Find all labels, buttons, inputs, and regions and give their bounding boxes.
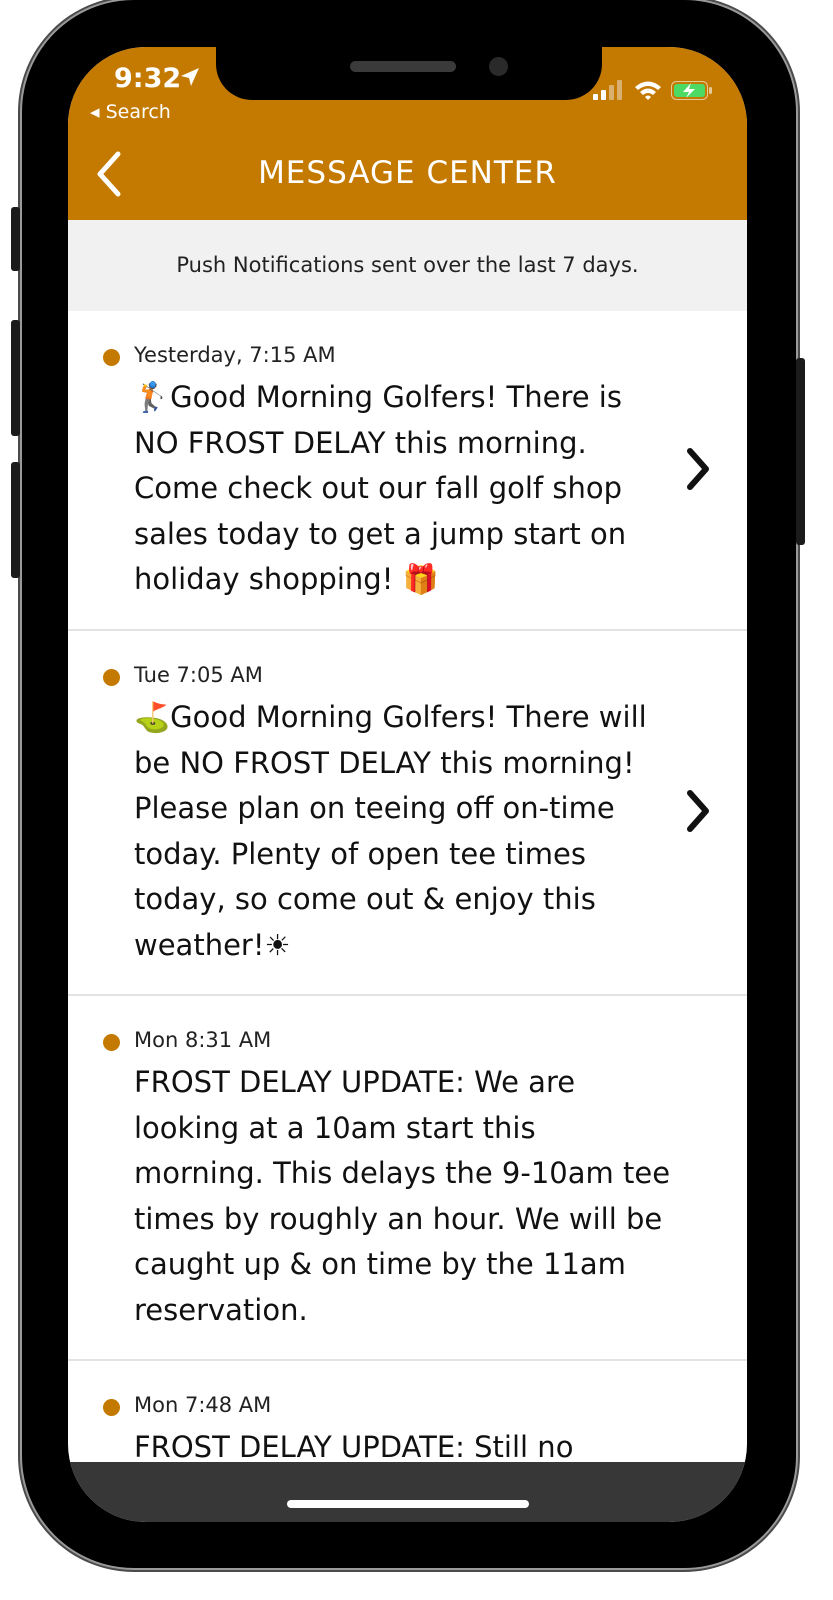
message-item[interactable]: Tue 7:05 AM ⛳Good Morning Golfers! There…: [68, 631, 747, 996]
status-time: 9:32: [114, 63, 182, 94]
app-screen: 9:32 ◂ Search MESSAGE CENTER Push Notifi…: [68, 47, 747, 1522]
battery-charging-icon: [671, 81, 712, 100]
notch: [216, 47, 602, 100]
app-header: 9:32 ◂ Search MESSAGE CENTER: [68, 47, 747, 220]
wifi-icon: [635, 81, 661, 100]
unread-indicator: [103, 349, 120, 366]
golfer-emoji: 🏌: [134, 380, 171, 414]
back-to-app-link[interactable]: ◂ Search: [90, 101, 171, 123]
message-timestamp: Yesterday, 7:15 AM: [134, 343, 336, 367]
info-banner: Push Notifications sent over the last 7 …: [68, 220, 747, 311]
status-icons: [593, 80, 712, 100]
sun-emoji: ☀: [264, 927, 291, 962]
gift-emoji: 🎁: [402, 562, 439, 596]
message-body: ⛳Good Morning Golfers! There will be NO …: [134, 695, 674, 968]
volume-up-button: [11, 320, 20, 436]
message-text: Good Morning Golfers! There is NO FROST …: [134, 380, 627, 596]
volume-down-button: [11, 462, 20, 578]
unread-indicator: [103, 1399, 120, 1416]
power-button: [796, 358, 805, 545]
message-timestamp: Mon 7:48 AM: [134, 1393, 272, 1417]
message-timestamp: Mon 8:31 AM: [134, 1028, 272, 1052]
chevron-right-icon[interactable]: [684, 447, 712, 491]
page-title: MESSAGE CENTER: [258, 155, 557, 191]
front-camera: [489, 57, 508, 76]
golf-flag-emoji: ⛳: [134, 700, 171, 734]
chevron-right-icon[interactable]: [684, 789, 712, 833]
mute-switch: [11, 207, 20, 271]
location-arrow-icon: [181, 68, 199, 86]
home-indicator[interactable]: [287, 1500, 529, 1508]
home-indicator-area: [68, 1462, 747, 1522]
message-timestamp: Tue 7:05 AM: [134, 663, 263, 687]
unread-indicator: [103, 1034, 120, 1051]
message-item[interactable]: Yesterday, 7:15 AM 🏌Good Morning Golfers…: [68, 311, 747, 631]
speaker-grille: [350, 61, 456, 72]
message-item[interactable]: Mon 8:31 AM FROST DELAY UPDATE: We are l…: [68, 996, 747, 1361]
message-text: Good Morning Golfers! There will be NO F…: [134, 700, 647, 962]
info-banner-text: Push Notifications sent over the last 7 …: [176, 253, 639, 277]
message-body: FROST DELAY UPDATE: We are looking at a …: [134, 1065, 671, 1327]
unread-indicator: [103, 669, 120, 686]
message-body: 🏌Good Morning Golfers! There is NO FROST…: [134, 375, 674, 603]
cellular-signal-icon: [593, 80, 622, 100]
